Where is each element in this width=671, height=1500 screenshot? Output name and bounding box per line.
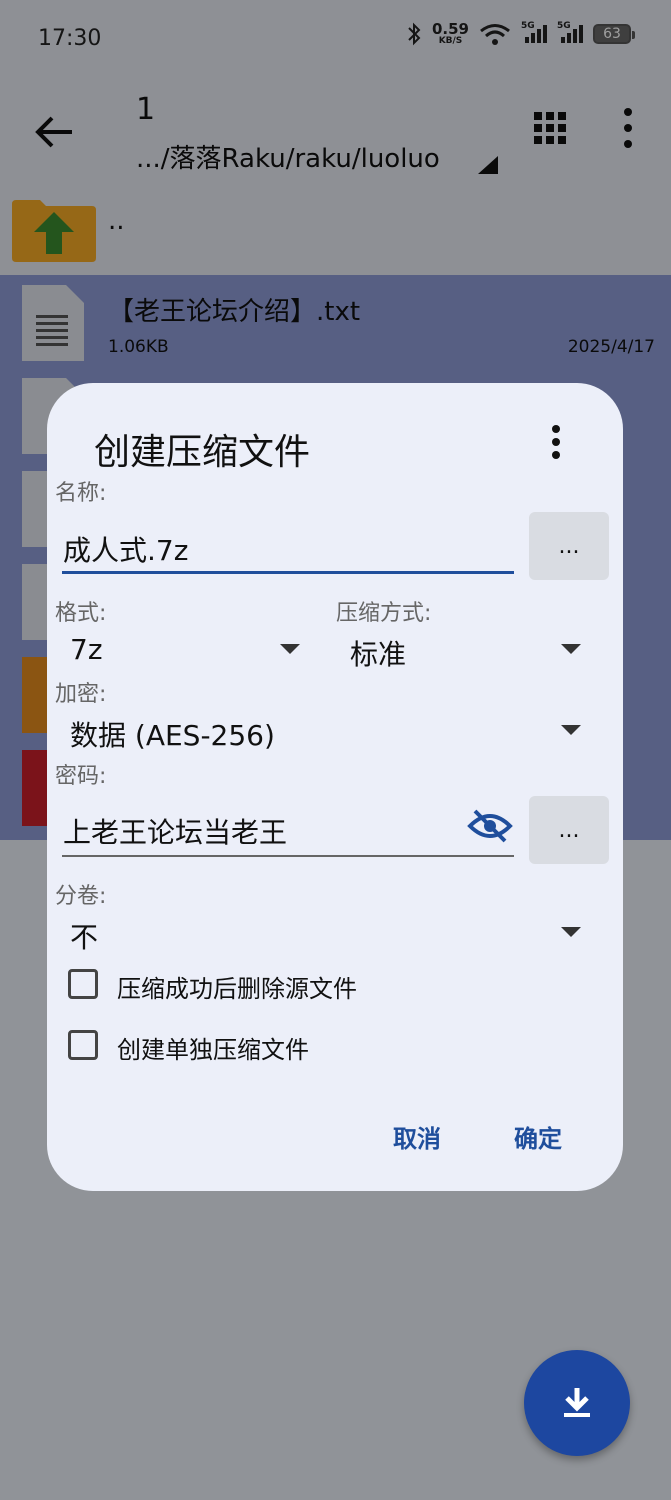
name-browse-button[interactable]: ...	[529, 512, 609, 580]
volume-label: 分卷:	[55, 884, 107, 909]
volume-dropdown-icon[interactable]	[561, 927, 581, 937]
password-input[interactable]: 上老王论坛当老王	[63, 811, 287, 851]
download-fab[interactable]	[524, 1350, 630, 1456]
method-dropdown-icon[interactable]	[561, 644, 581, 654]
cancel-button[interactable]: 取消	[393, 1119, 441, 1154]
delete-source-checkbox[interactable]	[68, 969, 98, 999]
password-options-button[interactable]: ...	[529, 796, 609, 864]
name-input-underline	[62, 571, 514, 574]
method-select[interactable]: 标准	[350, 633, 406, 673]
method-label: 压缩方式:	[336, 601, 432, 626]
download-icon	[564, 1388, 590, 1417]
delete-source-label[interactable]: 压缩成功后删除源文件	[117, 969, 357, 1004]
ok-button[interactable]: 确定	[514, 1119, 562, 1154]
encrypt-label: 加密:	[55, 682, 107, 707]
dialog-title: 创建压缩文件	[94, 432, 311, 473]
password-input-underline	[62, 855, 514, 857]
encrypt-select[interactable]: 数据 (AES-256)	[70, 714, 275, 754]
format-select[interactable]: 7z	[70, 633, 103, 666]
separate-archive-label[interactable]: 创建单独压缩文件	[117, 1030, 309, 1065]
name-input[interactable]: 成人式.7z	[63, 529, 188, 569]
encrypt-dropdown-icon[interactable]	[561, 725, 581, 735]
volume-select[interactable]: 不	[70, 916, 98, 956]
separate-archive-checkbox[interactable]	[68, 1030, 98, 1060]
create-archive-dialog: 创建压缩文件 名称: 成人式.7z ... 格式: 7z 压缩方式: 标准 加密…	[47, 383, 623, 1191]
format-dropdown-icon[interactable]	[280, 644, 300, 654]
password-label: 密码:	[55, 764, 107, 789]
dialog-more-icon[interactable]	[551, 425, 561, 459]
visibility-off-icon[interactable]	[467, 809, 513, 843]
name-label: 名称:	[55, 481, 107, 506]
format-label: 格式:	[55, 601, 107, 626]
